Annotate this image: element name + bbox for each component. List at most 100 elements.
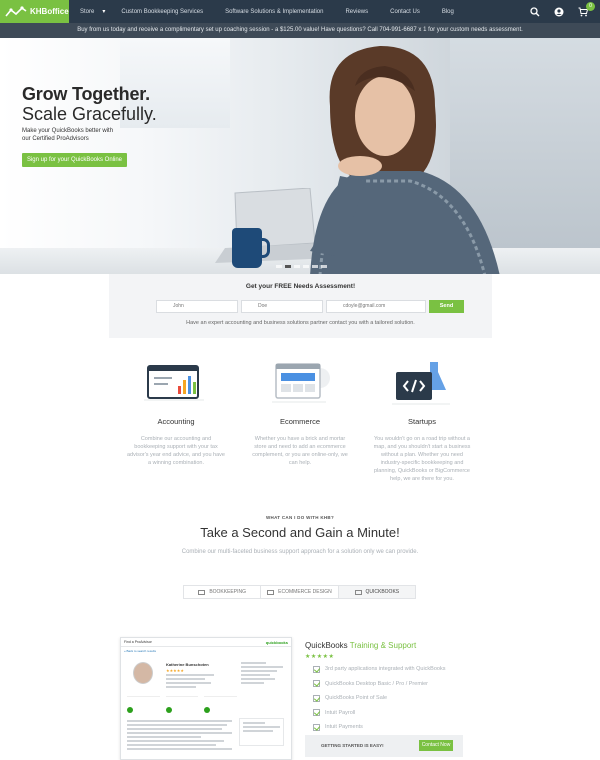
feature-accounting: Accounting Combine our accounting and bo… (126, 360, 226, 467)
advisor-stars: ★★★★★ (166, 668, 184, 673)
tab-bookkeeping[interactable]: BOOKKEEPING (184, 586, 262, 598)
assessment-title: Get your FREE Needs Assessment! (245, 283, 356, 290)
quickbooks-logo: quickbooks (265, 640, 288, 645)
chevron-down-icon[interactable]: ▾ (102, 8, 105, 15)
hero-heading: Grow Together. (22, 84, 150, 104)
cert-item (165, 696, 199, 716)
promo-bar: Buy from us today and receive a complime… (0, 23, 600, 38)
feature-desc: Combine our accounting and bookkeeping s… (127, 436, 225, 466)
email-field[interactable]: cdoyle@gmail.com (326, 300, 426, 313)
check-icon (313, 723, 320, 731)
list-item: Intuit Payroll (313, 706, 445, 721)
cert-badge-icon (127, 707, 133, 713)
ecommerce-icon (272, 363, 330, 403)
feature-startups: Startups You wouldn't go on a road trip … (372, 360, 472, 483)
list-item-label: 3rd party applications integrated with Q… (325, 666, 446, 673)
ecommerce-tab-icon (267, 589, 275, 595)
startups-icon (392, 362, 450, 405)
section-lede: Combine our multi-faceted business suppo… (181, 549, 419, 555)
menu-item-contact[interactable]: Contact Us (390, 9, 420, 15)
tab-ecommerce-design[interactable]: ECOMMERCE DESIGN (261, 586, 339, 598)
getting-started-bar: GETTING STARTED IS EASY! Contact Now (305, 735, 463, 757)
menu-item-reviews[interactable]: Reviews (345, 9, 368, 15)
signup-quickbooks-button[interactable]: Sign up for your QuickBooks Online (22, 153, 127, 167)
check-icon (313, 665, 320, 673)
check-icon (313, 709, 320, 717)
quickbooks-heading: QuickBooks Training & Support (305, 641, 416, 650)
woman-image (310, 46, 500, 274)
tab-label: QUICKBOOKS (365, 589, 400, 595)
quickbooks-list: 3rd party applications integrated with Q… (313, 662, 445, 735)
list-item: 3rd party applications integrated with Q… (313, 662, 445, 677)
logo-mark-icon (5, 5, 27, 17)
hero-sub-line-1: Make your QuickBooks better with (22, 128, 114, 134)
slider-dot[interactable] (303, 265, 309, 268)
doc-header-title: Find a ProAdvisor (124, 640, 152, 644)
slider-dot-active[interactable] (285, 265, 291, 268)
slider-dot[interactable] (276, 265, 282, 268)
certifications (127, 696, 238, 716)
contact-now-button[interactable]: Contact Now (419, 740, 453, 751)
hero-banner: Grow Together. Scale Gracefully. Make yo… (0, 38, 600, 274)
doc-header: Find a ProAdvisor quickbooks (121, 638, 291, 647)
section-title: Take a Second and Gain a Minute! (200, 525, 400, 540)
first-name-field[interactable]: John (156, 300, 238, 313)
list-item-label: QuickBooks Desktop Basic / Pro / Premier (325, 680, 429, 687)
accounting-icon (144, 365, 204, 401)
tab-quickbooks[interactable]: QUICKBOOKS (338, 586, 415, 598)
feature-title: Startups (408, 417, 436, 426)
menu-item-store[interactable]: Store (80, 9, 94, 15)
check-icon (313, 680, 320, 688)
doc-breadcrumb: « Back to search results (124, 649, 157, 653)
logo-text: KHBoffice (30, 7, 69, 16)
about-paragraph (127, 720, 232, 752)
cert-item (204, 696, 238, 716)
send-message-box (239, 718, 284, 746)
advisor-name: Katherine Bunschoten (166, 662, 209, 667)
cart-count-badge: 0 (586, 1, 595, 11)
getting-started-label: GETTING STARTED IS EASY! (321, 743, 384, 748)
proadvisor-screenshot: Find a ProAdvisor quickbooks « Back to s… (120, 637, 292, 760)
quickbooks-tab-icon (354, 589, 362, 595)
service-tabs: BOOKKEEPING ECOMMERCE DESIGN QUICKBOOKS (183, 585, 416, 599)
avatar (133, 662, 153, 684)
feature-title: Ecommerce (279, 417, 320, 426)
search-icon[interactable] (530, 6, 540, 17)
menu-item-software[interactable]: Software Solutions & Implementation (225, 9, 323, 15)
list-item: QuickBooks Point of Sale (313, 691, 445, 706)
list-item: Intuit Payments (313, 720, 445, 735)
hero-sub-line-2: our Certified ProAdvisors (22, 136, 89, 142)
assessment-note: Have an expert accounting and business s… (186, 320, 415, 326)
cert-item (127, 696, 160, 716)
last-name-field[interactable]: Doe (241, 300, 323, 313)
menu-item-bookkeeping[interactable]: Custom Bookkeeping Services (121, 9, 203, 15)
logo[interactable]: KHBoffice (0, 0, 69, 23)
tab-label: BOOKKEEPING (209, 589, 246, 595)
main-menu: Store ▾ Custom Bookkeeping Services Soft… (80, 0, 476, 23)
cert-badge-icon (204, 707, 211, 713)
list-item: QuickBooks Desktop Basic / Pro / Premier (313, 677, 445, 692)
quickbooks-heading-a: QuickBooks (305, 641, 348, 650)
check-icon (313, 694, 320, 702)
list-item-label: Intuit Payroll (325, 709, 356, 716)
cart-button[interactable]: 0 (578, 1, 595, 17)
feature-desc: You wouldn't go on a road trip without a… (373, 436, 471, 482)
feature-title: Accounting (157, 417, 195, 426)
slider-dots (276, 265, 327, 268)
advisor-details (166, 674, 226, 690)
account-icon[interactable] (554, 7, 564, 17)
bookkeeping-icon (198, 589, 206, 595)
slider-dot[interactable] (294, 265, 300, 268)
slider-dot[interactable] (312, 265, 318, 268)
cert-badge-icon (165, 707, 172, 713)
quickbooks-heading-b: Training & Support (349, 641, 417, 650)
top-nav: KHBoffice Store ▾ Custom Bookkeeping Ser… (0, 0, 600, 23)
send-button[interactable]: Send (429, 300, 464, 313)
advisor-services (241, 662, 283, 686)
slider-dot[interactable] (321, 265, 327, 268)
menu-item-blog[interactable]: Blog (442, 9, 454, 15)
hero-subheading: Scale Gracefully. (22, 104, 157, 124)
list-item-label: Intuit Payments (325, 724, 363, 731)
feature-ecommerce: Ecommerce Whether you have a brick and m… (250, 360, 350, 467)
quickbooks-stars: ★★★★★ (305, 654, 335, 660)
